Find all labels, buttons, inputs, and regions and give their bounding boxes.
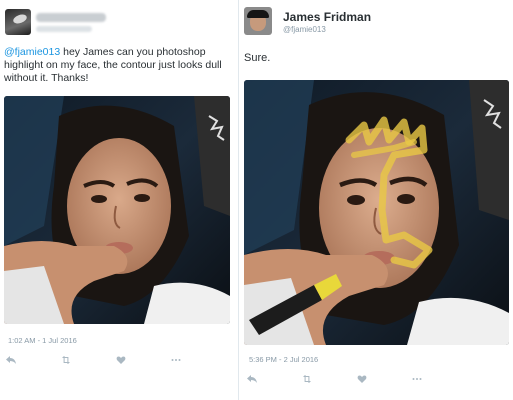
- avatar[interactable]: [5, 9, 31, 35]
- tweet-timestamp[interactable]: 1:02 AM - 1 Jul 2016: [8, 336, 77, 345]
- heart-icon[interactable]: [116, 355, 126, 365]
- tweet-photo[interactable]: [4, 96, 230, 324]
- selfie-photo: [4, 96, 230, 324]
- tweet-text: Sure.: [244, 52, 271, 64]
- author-name[interactable]: James Fridman: [283, 10, 371, 24]
- tweet-timestamp[interactable]: 5:36 PM - 2 Jul 2016: [249, 355, 318, 364]
- reply-icon[interactable]: [6, 355, 16, 365]
- blurred-username: [36, 13, 106, 22]
- reply-icon[interactable]: [247, 374, 257, 384]
- mention-link[interactable]: @fjamie013: [4, 46, 60, 58]
- reply-tweet: James Fridman @fjamie013 Sure. 5:36 PM -…: [238, 0, 513, 400]
- tweet-text: @fjamie013 hey James can you photoshop h…: [4, 46, 236, 85]
- retweet-icon[interactable]: [61, 355, 71, 365]
- tweet-photo[interactable]: [244, 80, 509, 345]
- tweet-actions: [6, 355, 226, 365]
- avatar[interactable]: [244, 7, 272, 35]
- retweet-icon[interactable]: [302, 374, 312, 384]
- blurred-handle: [36, 26, 92, 32]
- more-icon[interactable]: [412, 374, 422, 384]
- edited-selfie-photo: [244, 80, 509, 345]
- original-tweet: @fjamie013 hey James can you photoshop h…: [0, 0, 237, 400]
- more-icon[interactable]: [171, 355, 181, 365]
- tweet-actions: [247, 374, 467, 384]
- heart-icon[interactable]: [357, 374, 367, 384]
- author-handle[interactable]: @fjamie013: [283, 25, 326, 34]
